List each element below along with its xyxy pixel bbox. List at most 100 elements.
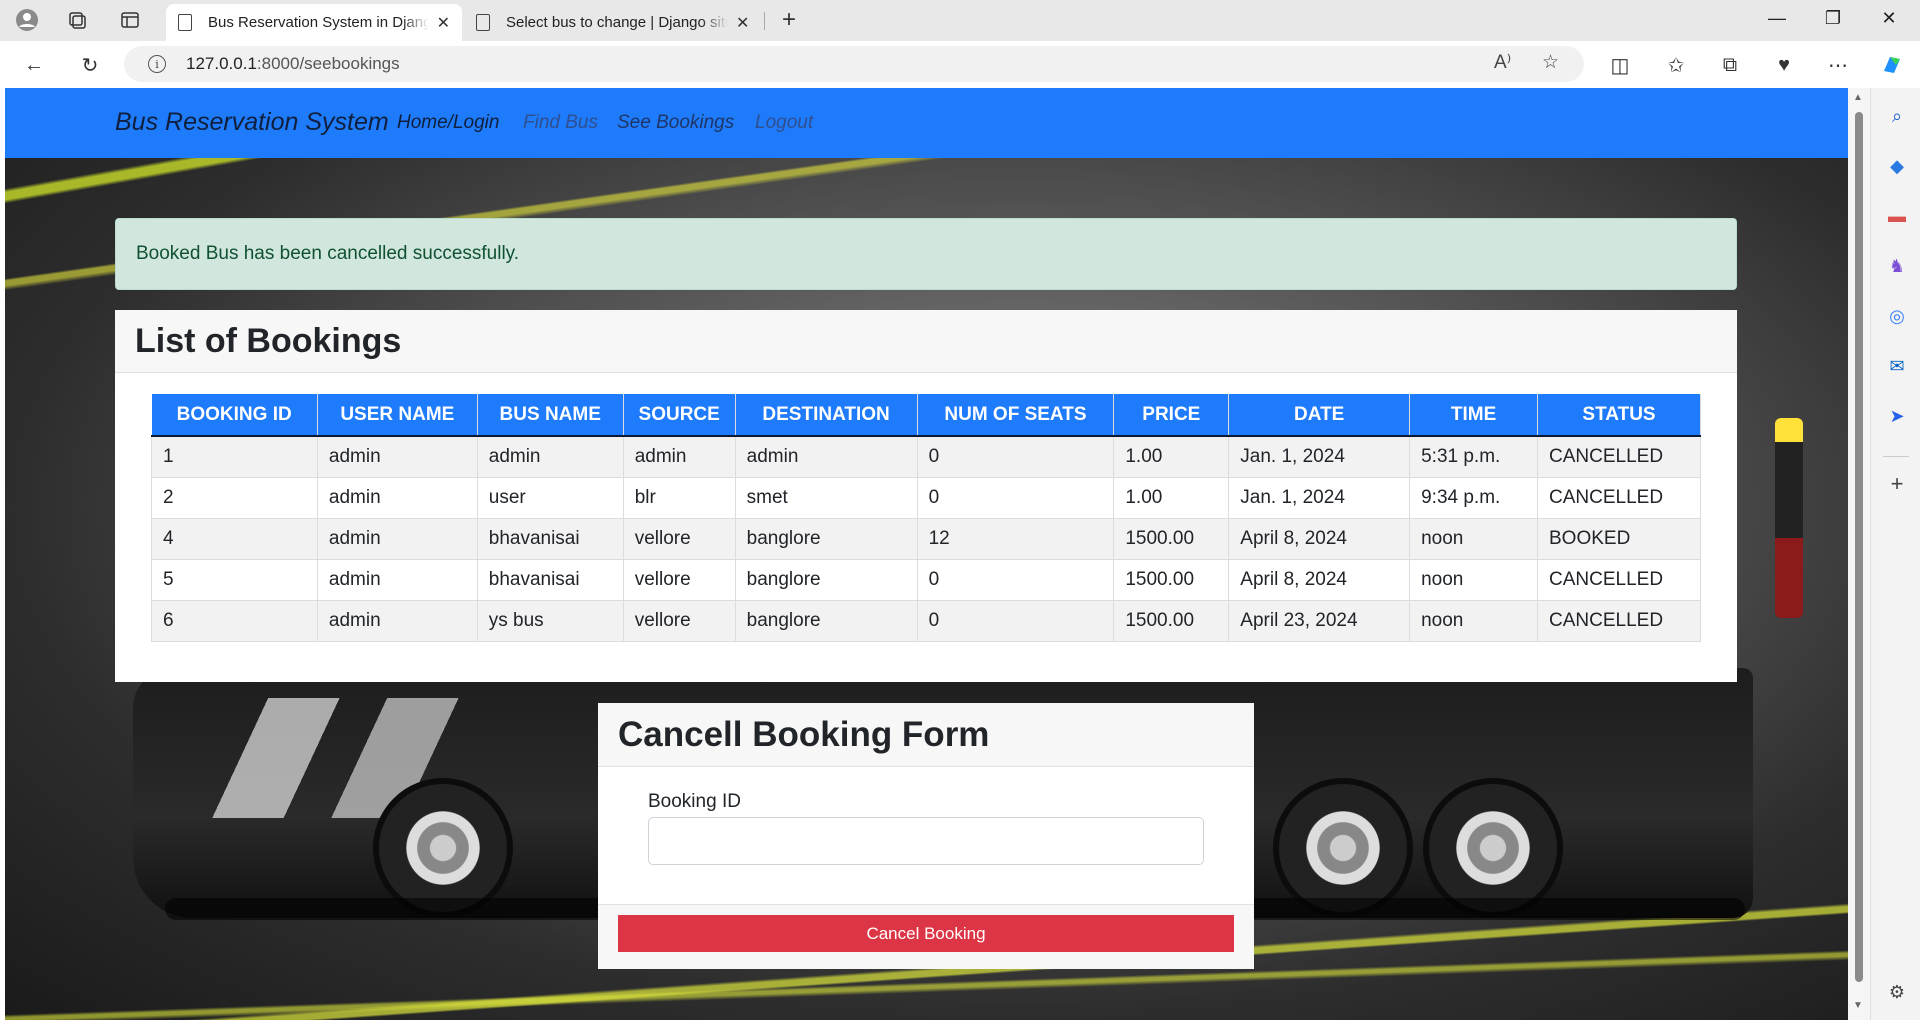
toolbox-icon[interactable]: ▬ [1885, 204, 1909, 228]
booking-id-label: Booking ID [648, 791, 741, 812]
alert-message: Booked Bus has been cancelled successful… [136, 243, 520, 264]
close-window-icon[interactable]: ✕ [1874, 8, 1904, 29]
cell-date: April 8, 2024 [1228, 558, 1411, 601]
booking-id-input[interactable] [648, 817, 1204, 865]
favorite-star-icon[interactable]: ☆ [1542, 51, 1559, 74]
address-bar[interactable]: i 127.0.0.1:8000/seebookings A⁾ ☆ [124, 46, 1584, 82]
cell-status: BOOKED [1537, 517, 1701, 560]
site-info-icon[interactable]: i [148, 55, 166, 73]
send-icon[interactable]: ➤ [1885, 404, 1909, 428]
page-scrollbar[interactable]: ▲ ▼ [1848, 88, 1870, 1020]
cancel-form-title: Cancell Booking Form [598, 703, 1254, 767]
col-status: STATUS [1537, 394, 1701, 437]
url-text[interactable]: 127.0.0.1:8000/seebookings [186, 54, 400, 74]
cell-date: April 8, 2024 [1228, 517, 1411, 560]
split-screen-icon[interactable]: ◫ [1604, 49, 1636, 81]
cell-booking-id: 1 [151, 435, 318, 478]
navbar: Bus Reservation System Home/Login Find B… [5, 88, 1848, 158]
close-tab-icon[interactable]: ✕ [437, 13, 450, 33]
copilot-icon[interactable] [1876, 49, 1908, 81]
cell-time: 9:34 p.m. [1409, 476, 1538, 519]
collections-icon[interactable]: ⧉ [1714, 49, 1746, 81]
back-icon[interactable]: ← [18, 49, 50, 81]
col-destination: DESTINATION [735, 394, 918, 437]
settings-gear-icon[interactable]: ⚙ [1885, 980, 1909, 1004]
cell-booking-id: 5 [151, 558, 318, 601]
page-viewport: Bus Reservation System Home/Login Find B… [5, 88, 1848, 1020]
browser-essentials-icon[interactable]: ♥ [1768, 49, 1800, 81]
scroll-thumb[interactable] [1855, 112, 1863, 982]
cell-date: April 23, 2024 [1228, 599, 1411, 642]
col-num-seats: NUM OF SEATS [917, 394, 1115, 437]
cell-source: vellore [622, 517, 736, 560]
scroll-down-icon[interactable]: ▼ [1853, 1000, 1863, 1011]
cell-bus-name: bhavanisai [476, 558, 624, 601]
cell-bus-name: admin [476, 435, 624, 478]
tab-actions-icon[interactable] [117, 7, 143, 33]
restore-icon[interactable]: ❐ [1818, 8, 1848, 29]
cell-price: 1500.00 [1113, 558, 1230, 601]
nav-find-bus[interactable]: Find Bus [523, 112, 598, 134]
cancel-booking-button[interactable]: Cancel Booking [618, 915, 1234, 952]
cell-bus-name: user [476, 476, 624, 519]
bookings-card: List of Bookings BOOKING ID USER NAME BU… [115, 310, 1737, 682]
read-aloud-icon[interactable]: A⁾ [1494, 51, 1511, 74]
document-icon [476, 14, 490, 31]
cell-num-seats: 0 [916, 435, 1115, 478]
col-source: SOURCE [623, 394, 736, 437]
cell-date: Jan. 1, 2024 [1228, 435, 1411, 478]
add-icon[interactable]: + [1885, 471, 1909, 496]
sidebar-separator [1883, 456, 1909, 457]
shopping-tag-icon[interactable]: ◆ [1885, 154, 1909, 178]
brand-title[interactable]: Bus Reservation System [115, 108, 389, 137]
outlook-icon[interactable]: ✉ [1885, 354, 1909, 378]
cell-time: noon [1409, 558, 1538, 601]
bus-taillight [1775, 418, 1803, 618]
cell-price: 1500.00 [1113, 599, 1230, 642]
cell-status: CANCELLED [1537, 599, 1701, 642]
success-alert: Booked Bus has been cancelled successful… [115, 218, 1737, 290]
col-time: TIME [1409, 394, 1538, 437]
search-icon[interactable]: ⌕ [1885, 104, 1909, 128]
cell-booking-id: 4 [151, 517, 318, 560]
cell-date: Jan. 1, 2024 [1228, 476, 1411, 519]
cell-destination: smet [734, 476, 918, 519]
cell-num-seats: 0 [916, 476, 1115, 519]
tab-bus-reservation[interactable]: Bus Reservation System in Django ✕ [166, 4, 462, 41]
minimize-icon[interactable]: — [1762, 8, 1792, 29]
table-row: 5 admin bhavanisai vellore banglore 0 15… [151, 558, 1701, 601]
cancel-form-footer: Cancel Booking [598, 904, 1254, 969]
edge-sidebar: ⌕ ◆ ▬ ♞ ◎ ✉ ➤ + ⚙ [1870, 88, 1920, 1020]
microsoft-365-icon[interactable]: ◎ [1885, 304, 1909, 328]
cell-booking-id: 2 [151, 476, 318, 519]
profile-icon[interactable] [14, 7, 40, 33]
col-price: PRICE [1113, 394, 1230, 437]
refresh-icon[interactable]: ↻ [74, 49, 106, 81]
cell-destination: banglore [734, 517, 918, 560]
cancel-booking-card: Cancell Booking Form Booking ID Cancel B… [598, 703, 1254, 969]
scroll-up-icon[interactable]: ▲ [1853, 92, 1863, 103]
col-date: DATE [1228, 394, 1411, 437]
cell-status: CANCELLED [1537, 476, 1701, 519]
nav-see-bookings[interactable]: See Bookings [617, 112, 734, 134]
col-bus-name: BUS NAME [477, 394, 624, 437]
tab-django-admin[interactable]: Select bus to change | Django site admin… [464, 4, 762, 41]
tab-title: Select bus to change | Django site admin [506, 14, 728, 31]
favorites-icon[interactable]: ✩ [1660, 49, 1692, 81]
cell-num-seats: 12 [916, 517, 1115, 560]
cell-user-name: admin [316, 558, 478, 601]
games-icon[interactable]: ♞ [1885, 254, 1909, 278]
cell-bus-name: bhavanisai [476, 517, 624, 560]
cell-destination: admin [734, 435, 918, 478]
cell-source: admin [622, 435, 736, 478]
nav-logout[interactable]: Logout [755, 112, 813, 134]
cell-destination: banglore [734, 558, 918, 601]
nav-home-login[interactable]: Home/Login [397, 112, 499, 134]
close-tab-icon[interactable]: ✕ [736, 13, 749, 33]
table-row: 6 admin ys bus vellore banglore 0 1500.0… [151, 599, 1701, 642]
workspaces-icon[interactable] [64, 7, 90, 33]
table-row: 4 admin bhavanisai vellore banglore 12 1… [151, 517, 1701, 560]
new-tab-icon[interactable]: + [776, 6, 802, 33]
cell-time: noon [1409, 517, 1538, 560]
more-menu-icon[interactable]: ⋯ [1822, 49, 1854, 81]
